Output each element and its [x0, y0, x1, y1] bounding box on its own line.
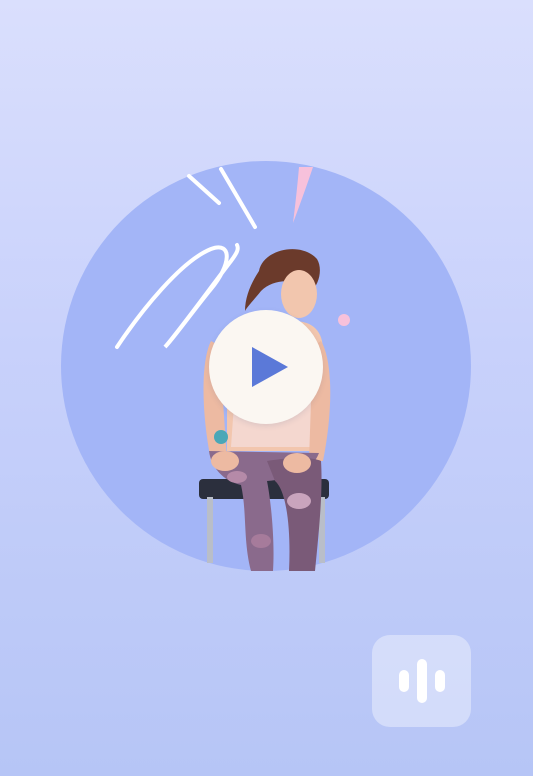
- equalizer-icon: [398, 659, 445, 703]
- audio-button[interactable]: [372, 635, 471, 727]
- play-button[interactable]: [209, 310, 323, 424]
- play-icon: [252, 347, 288, 387]
- exercise-screen: [0, 0, 533, 776]
